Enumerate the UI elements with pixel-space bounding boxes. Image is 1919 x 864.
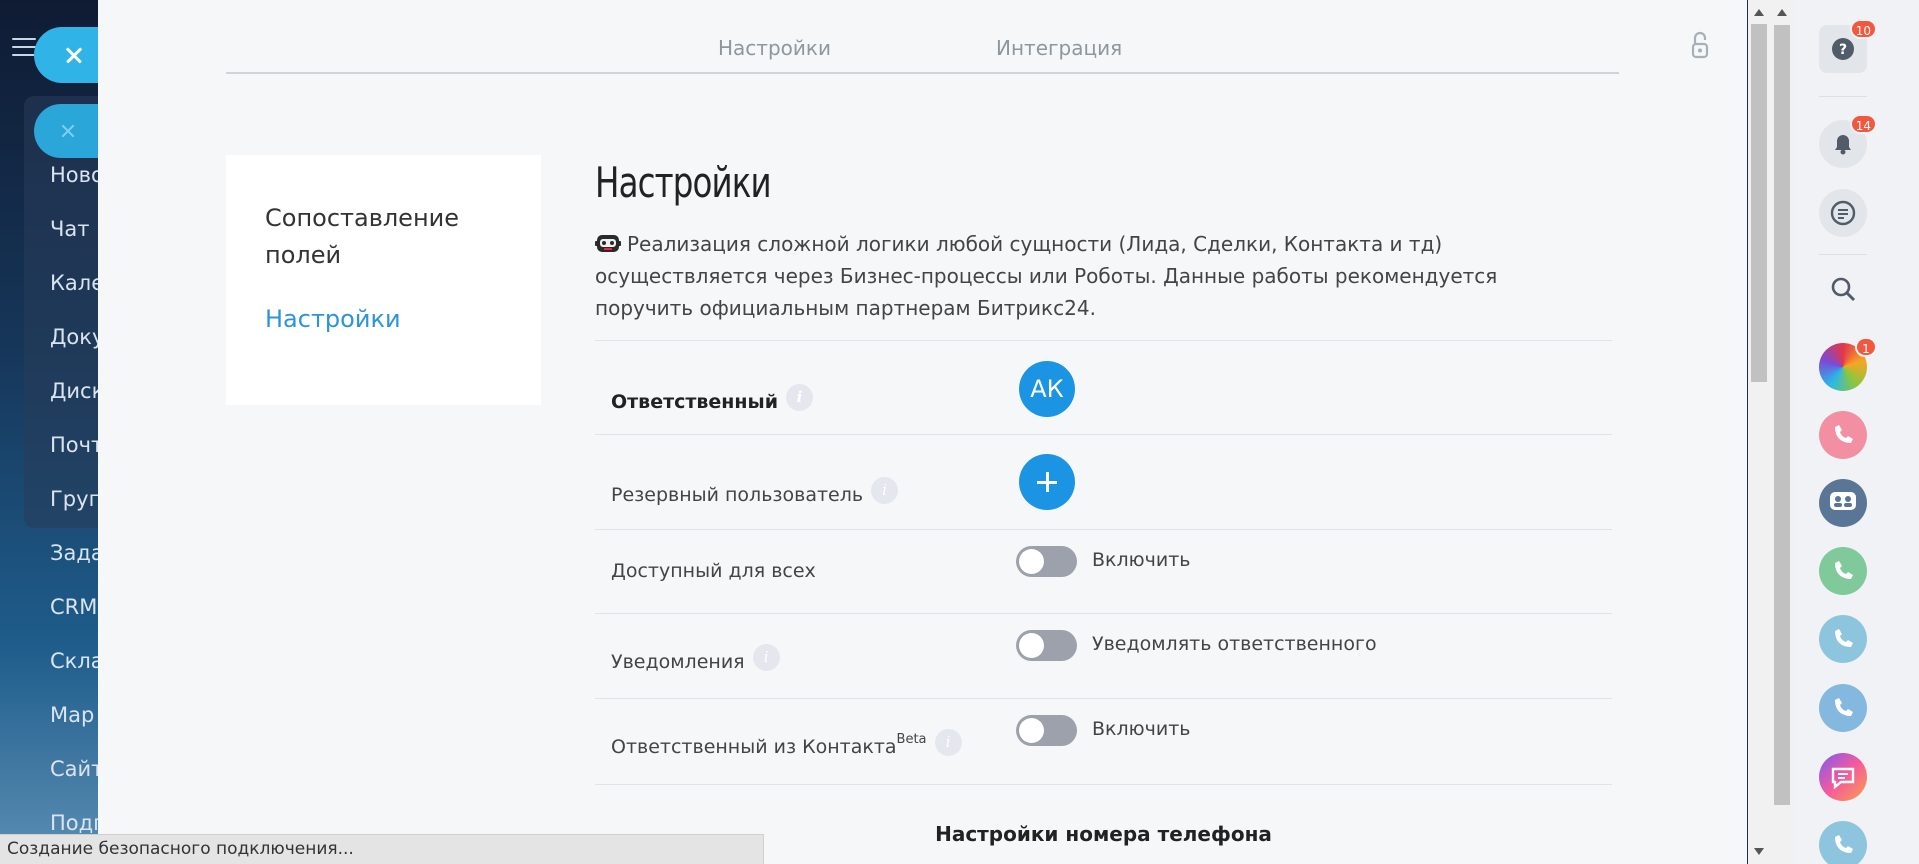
row-label: Доступный для всех <box>611 560 816 582</box>
portal-menu-item[interactable]: Доку <box>50 325 104 349</box>
row-responsible-from-contact: Ответственный из КонтактаBeta i Включить <box>595 699 1612 785</box>
toggle-label: Включить <box>1092 549 1191 571</box>
beta-label: Beta <box>896 732 927 747</box>
help-button[interactable]: ? 10 <box>1819 19 1877 73</box>
call-contact-button[interactable] <box>1819 547 1867 595</box>
divider <box>1819 96 1867 97</box>
search-button[interactable] <box>1819 265 1867 313</box>
nav-item-settings[interactable]: Настройки <box>265 305 401 333</box>
portal-menu-item[interactable]: Кале <box>50 271 104 295</box>
row-available-for-all: Доступный для всех Включить <box>595 530 1612 614</box>
unlock-icon[interactable] <box>1689 30 1711 60</box>
scroll-up-arrow[interactable] <box>1777 9 1787 16</box>
phone-icon <box>1835 425 1853 443</box>
row-label: Уведомления i <box>611 644 780 673</box>
row-responsible: Ответственный i АК <box>595 341 1612 435</box>
call-contact-button[interactable] <box>1819 821 1867 864</box>
phone-icon <box>1835 629 1853 647</box>
nav-item-field-mapping[interactable]: Сопоставление полей <box>265 200 525 274</box>
search-icon <box>1831 277 1856 302</box>
portal-menu-item[interactable]: Груп <box>50 487 102 511</box>
toggle-label: Включить <box>1092 718 1191 740</box>
app-button[interactable]: 1 <box>1819 337 1877 391</box>
page-title: Настройки <box>595 158 772 207</box>
slider-scrollbar[interactable] <box>1748 0 1770 864</box>
portal-menu-item[interactable]: Зада <box>50 541 104 565</box>
close-icon <box>64 45 84 65</box>
portal-menu-item[interactable]: Диск <box>50 379 104 403</box>
portal-menu-item[interactable]: Ново <box>50 163 104 187</box>
info-icon[interactable]: i <box>752 644 780 671</box>
group-chat-button[interactable] <box>1819 479 1867 527</box>
divider <box>1819 254 1867 255</box>
settings-content: Настройки Реализация сложной логики любо… <box>595 150 1615 846</box>
robot-icon <box>595 235 621 252</box>
info-icon[interactable]: i <box>786 384 814 411</box>
tab-settings[interactable]: Настройки <box>718 36 831 60</box>
scroll-down-arrow[interactable] <box>1754 848 1764 855</box>
portal-menu-item[interactable]: CRM <box>50 595 97 619</box>
right-toolbar: ? 10 14 1 <box>1794 0 1919 864</box>
portal-menu-item[interactable]: Сайт <box>50 757 103 781</box>
notifications-badge: 14 <box>1849 114 1877 134</box>
notify-toggle[interactable] <box>1016 630 1077 661</box>
phone-icon <box>1835 835 1853 853</box>
hamburger-menu-icon[interactable] <box>12 38 36 56</box>
chat-list-button[interactable] <box>1819 189 1867 237</box>
phone-icon <box>1835 561 1853 579</box>
app-badge: 1 <box>1855 337 1877 357</box>
chat-list-icon <box>1830 200 1856 226</box>
intro-text: Реализация сложной логики любой сущности… <box>595 228 1595 324</box>
portal-menu-item[interactable]: Скла <box>50 649 104 673</box>
toggle-label: Уведомлять ответственного <box>1092 633 1377 655</box>
info-icon[interactable]: i <box>871 477 899 504</box>
scroll-up-arrow[interactable] <box>1754 9 1764 16</box>
call-contact-button[interactable] <box>1819 411 1867 459</box>
call-contact-button[interactable] <box>1819 615 1867 663</box>
settings-slider: Настройки Интеграция Сопоставление полей… <box>98 0 1747 864</box>
info-icon[interactable]: i <box>934 729 962 756</box>
help-badge: 10 <box>1849 19 1877 39</box>
browser-status-bar: Создание безопасного подключения... <box>0 834 764 864</box>
add-user-button[interactable] <box>1019 454 1075 510</box>
intro-paragraph: Реализация сложной логики любой сущности… <box>595 232 1498 320</box>
row-label: Ответственный i <box>611 384 814 413</box>
phone-icon <box>1835 698 1853 716</box>
row-reserve-user: Резервный пользователь i <box>595 435 1612 530</box>
settings-nav: Сопоставление полей Настройки <box>226 155 541 405</box>
notifications-button[interactable]: 14 <box>1819 114 1877 168</box>
open-lines-button[interactable] <box>1819 753 1867 801</box>
group-icon <box>1830 492 1856 510</box>
tab-integration[interactable]: Интеграция <box>996 36 1122 60</box>
portal-menu-item[interactable]: Почт <box>50 433 103 457</box>
row-label: Резервный пользователь i <box>611 477 899 506</box>
avatar[interactable]: АК <box>1019 361 1075 417</box>
contact-responsible-toggle[interactable] <box>1016 715 1077 746</box>
call-contact-button[interactable] <box>1819 684 1867 732</box>
available-toggle[interactable] <box>1016 546 1077 577</box>
scroll-thumb[interactable] <box>1751 24 1767 382</box>
row-notifications: Уведомления i Уведомлять ответственного <box>595 614 1612 699</box>
svg-text:?: ? <box>1839 42 1847 58</box>
scroll-thumb[interactable] <box>1774 25 1790 805</box>
portal-menu-item[interactable]: Мар <box>50 703 94 727</box>
message-icon <box>1831 767 1855 790</box>
tab-bar: Настройки Интеграция <box>226 20 1709 74</box>
row-label: Ответственный из КонтактаBeta i <box>611 729 962 758</box>
page-scrollbar[interactable] <box>1770 0 1794 864</box>
settings-rows: Ответственный i АК Резервный пользователь… <box>595 340 1612 785</box>
